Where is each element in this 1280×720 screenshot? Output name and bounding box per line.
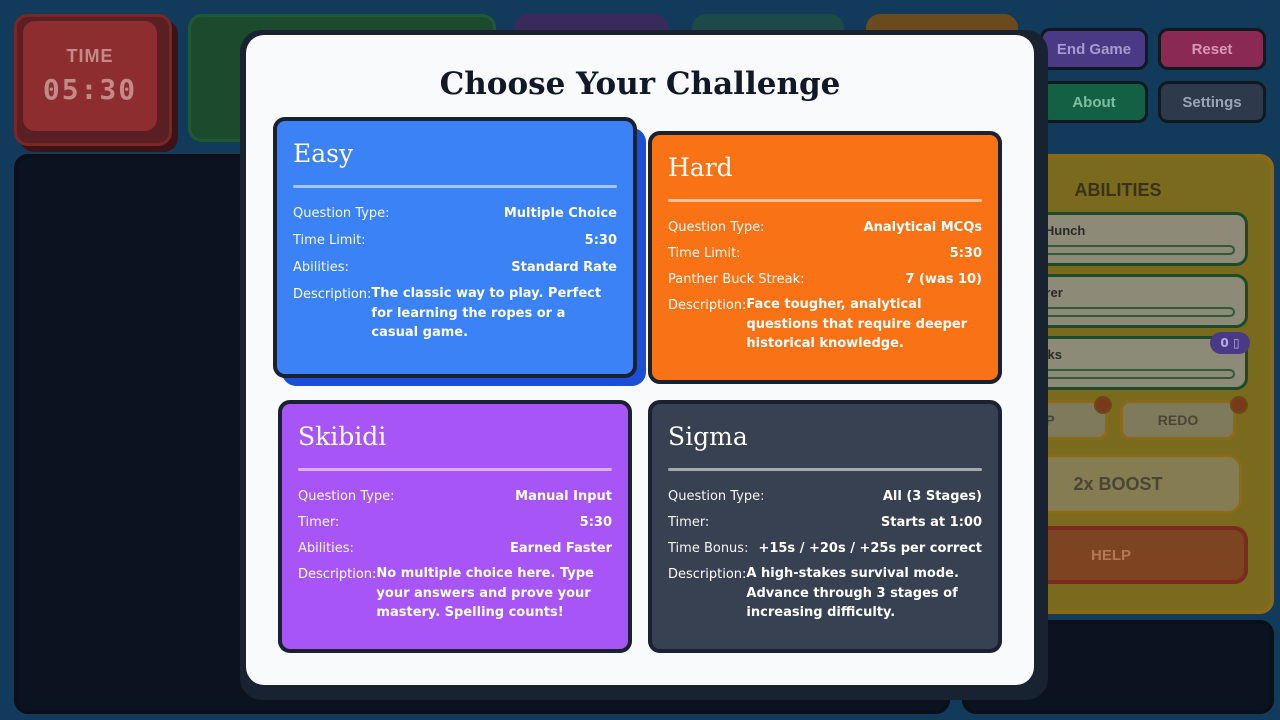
card-title: Sigma bbox=[668, 422, 748, 451]
description-label: Description: bbox=[668, 567, 747, 582]
row-value: Analytical MCQs bbox=[863, 220, 982, 235]
reset-button[interactable]: Reset bbox=[1158, 28, 1266, 70]
card-title: Skibidi bbox=[298, 422, 387, 451]
description-label: Description: bbox=[298, 567, 377, 582]
row-label: Abilities: bbox=[298, 541, 354, 556]
redo-indicator-dot bbox=[1230, 396, 1248, 414]
row-value: +15s / +20s / +25s per correct bbox=[758, 541, 982, 556]
card-row: Time Limit: 5:30 bbox=[668, 246, 982, 261]
card-description: Description: No multiple choice here. Ty… bbox=[298, 566, 612, 623]
skip-indicator-dot bbox=[1094, 396, 1112, 414]
row-label: Time Bonus: bbox=[668, 541, 749, 556]
row-value: Earned Faster bbox=[509, 541, 612, 556]
card-row: Timer: 5:30 bbox=[298, 515, 612, 530]
end-game-button[interactable]: End Game bbox=[1040, 28, 1148, 70]
card-title: Hard bbox=[668, 153, 733, 182]
card-row: Time Bonus: +15s / +20s / +25s per corre… bbox=[668, 541, 982, 556]
description-label: Description: bbox=[668, 298, 747, 313]
row-value: 5:30 bbox=[949, 246, 982, 261]
card-divider bbox=[668, 199, 982, 202]
row-label: Question Type: bbox=[668, 220, 765, 235]
row-value: Manual Input bbox=[515, 489, 612, 504]
row-label: Abilities: bbox=[293, 260, 349, 275]
row-label: Timer: bbox=[298, 515, 340, 530]
card-divider bbox=[293, 185, 617, 188]
card-row: Time Limit: 5:30 bbox=[293, 233, 617, 248]
description-text: Face tougher, analytical questions that … bbox=[746, 297, 968, 351]
row-label: Time Limit: bbox=[293, 233, 366, 248]
easy-mode-card[interactable]: Easy Question Type: Multiple Choice Time… bbox=[273, 117, 637, 378]
row-value: Standard Rate bbox=[511, 260, 617, 275]
card-title: Easy bbox=[293, 139, 354, 168]
card-row: Timer: Starts at 1:00 bbox=[668, 515, 982, 530]
card-row: Question Type: Analytical MCQs bbox=[668, 220, 982, 235]
ability-progress bbox=[1021, 307, 1235, 317]
modal-title: Choose Your Challenge bbox=[439, 66, 841, 102]
ability-progress bbox=[1021, 369, 1235, 379]
bucks-badge: 0 ▯ bbox=[1210, 332, 1250, 354]
timer-label: TIME bbox=[66, 46, 114, 66]
description-text: The classic way to play. Perfect for lea… bbox=[371, 286, 602, 340]
description-text: No multiple choice here. Type your answe… bbox=[376, 566, 594, 620]
description-label: Description: bbox=[293, 287, 372, 302]
row-label: Question Type: bbox=[298, 489, 395, 504]
card-divider bbox=[298, 468, 612, 471]
row-value: 5:30 bbox=[584, 233, 617, 248]
card-description: Description: The classic way to play. Pe… bbox=[293, 286, 617, 343]
row-label: Question Type: bbox=[293, 206, 390, 221]
row-value: All (3 Stages) bbox=[882, 489, 982, 504]
card-row: Question Type: Manual Input bbox=[298, 489, 612, 504]
hard-mode-card[interactable]: Hard Question Type: Analytical MCQs Time… bbox=[648, 131, 1002, 384]
row-label: Question Type: bbox=[668, 489, 765, 504]
card-row: Question Type: All (3 Stages) bbox=[668, 489, 982, 504]
row-value: 7 (was 10) bbox=[905, 272, 982, 287]
description-text: A high-stakes survival mode. Advance thr… bbox=[746, 566, 959, 620]
row-label: Panther Buck Streak: bbox=[668, 272, 805, 287]
redo-button[interactable]: REDO bbox=[1120, 400, 1236, 440]
card-row: Question Type: Multiple Choice bbox=[293, 206, 617, 221]
sigma-mode-card[interactable]: Sigma Question Type: All (3 Stages) Time… bbox=[648, 400, 1002, 653]
skibidi-mode-card[interactable]: Skibidi Question Type: Manual Input Time… bbox=[278, 400, 632, 653]
card-row: Panther Buck Streak: 7 (was 10) bbox=[668, 272, 982, 287]
row-value: Starts at 1:00 bbox=[880, 515, 982, 530]
row-label: Time Limit: bbox=[668, 246, 741, 261]
card-description: Description: Face tougher, analytical qu… bbox=[668, 297, 982, 354]
row-value: Multiple Choice bbox=[503, 206, 617, 221]
card-description: Description: A high-stakes survival mode… bbox=[668, 566, 982, 623]
card-divider bbox=[668, 468, 982, 471]
card-row: Abilities: Standard Rate bbox=[293, 260, 617, 275]
ability-progress bbox=[1021, 245, 1235, 255]
row-value: 5:30 bbox=[579, 515, 612, 530]
row-label: Timer: bbox=[668, 515, 710, 530]
card-row: Abilities: Earned Faster bbox=[298, 541, 612, 556]
